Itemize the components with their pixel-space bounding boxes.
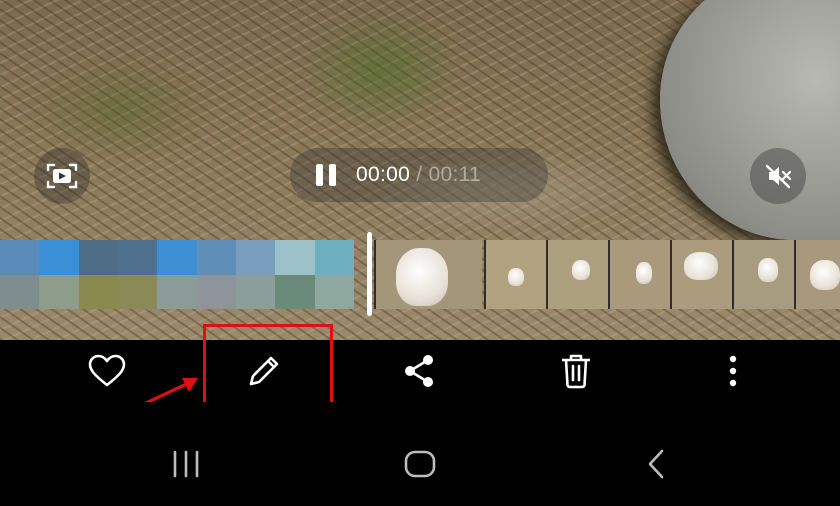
volume-muted-icon bbox=[765, 164, 792, 189]
share-button[interactable] bbox=[395, 348, 443, 394]
timeline-thumbnail bbox=[608, 240, 670, 309]
current-time: 00:00 bbox=[356, 163, 411, 186]
home-icon bbox=[404, 450, 436, 478]
pixel-block bbox=[314, 240, 354, 275]
pixel-block bbox=[0, 240, 40, 275]
pixel-block bbox=[157, 240, 197, 275]
pixel-block bbox=[235, 274, 276, 309]
pixel-block bbox=[196, 274, 236, 309]
timeline-thumbnail bbox=[794, 240, 840, 309]
video-player[interactable]: 00:00 / 00:11 bbox=[0, 0, 840, 340]
time-separator: / bbox=[416, 163, 423, 186]
photo-action-bar bbox=[0, 340, 840, 402]
home-button[interactable] bbox=[390, 442, 450, 486]
pixel-block bbox=[275, 274, 315, 309]
mute-button[interactable] bbox=[750, 148, 806, 204]
recents-icon bbox=[173, 450, 199, 478]
more-vert-icon bbox=[729, 355, 737, 387]
back-icon bbox=[648, 449, 664, 479]
share-icon bbox=[405, 355, 433, 387]
pause-button[interactable] bbox=[316, 164, 336, 186]
favorite-button[interactable] bbox=[83, 348, 131, 394]
timeline-pixelated-segment bbox=[0, 240, 354, 309]
system-navigation-bar bbox=[0, 402, 840, 506]
timeline-thumbnail bbox=[374, 240, 482, 309]
back-button[interactable] bbox=[626, 442, 686, 486]
screen-capture-icon bbox=[46, 163, 78, 189]
pixel-block bbox=[235, 240, 276, 275]
video-frame-rock bbox=[660, 0, 840, 240]
delete-button[interactable] bbox=[552, 348, 600, 394]
timeline-thumbnail bbox=[732, 240, 794, 309]
timeline-thumbnail bbox=[546, 240, 608, 309]
recents-button[interactable] bbox=[156, 442, 216, 486]
playback-controls: 00:00 / 00:11 bbox=[290, 148, 548, 202]
timeline-thumbnail bbox=[670, 240, 732, 309]
video-timeline[interactable] bbox=[0, 232, 840, 316]
timeline-playhead[interactable] bbox=[367, 232, 372, 316]
pixel-block bbox=[117, 240, 158, 275]
pixel-block bbox=[0, 274, 40, 309]
pixel-block bbox=[117, 274, 158, 309]
pixel-block bbox=[157, 274, 197, 309]
pixel-block bbox=[78, 274, 118, 309]
playback-time: 00:00 / 00:11 bbox=[356, 163, 481, 187]
total-time: 00:11 bbox=[428, 163, 481, 186]
more-options-button[interactable] bbox=[709, 348, 757, 394]
trash-icon bbox=[562, 354, 590, 389]
pixel-block bbox=[196, 240, 236, 275]
screen-capture-button[interactable] bbox=[34, 148, 90, 204]
pixel-block bbox=[78, 240, 118, 275]
pause-icon bbox=[316, 164, 323, 186]
pixel-block bbox=[314, 274, 354, 309]
pixel-block bbox=[275, 240, 315, 275]
timeline-thumbnail bbox=[484, 240, 546, 309]
pixel-block bbox=[39, 274, 79, 309]
pixel-block bbox=[39, 240, 79, 275]
heart-icon bbox=[88, 354, 126, 387]
